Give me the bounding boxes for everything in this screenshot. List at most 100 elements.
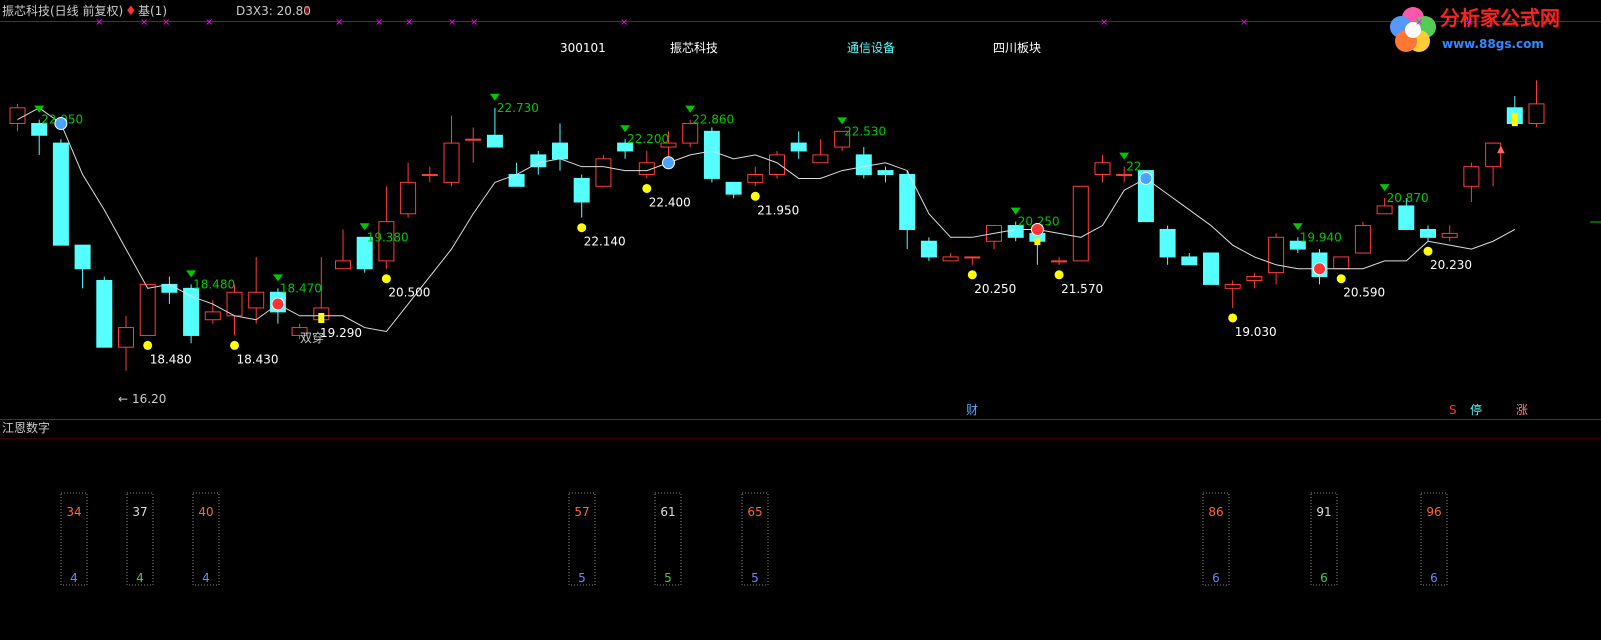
candle-body (1376, 205, 1393, 215)
sell-price-label: 18.480 (193, 277, 235, 291)
s-marker: S (1449, 403, 1457, 417)
candle[interactable] (1354, 221, 1371, 254)
candle-body (248, 291, 265, 309)
stock-name: 振芯科技 (670, 41, 718, 55)
watermark-url: www.88gs.com (1442, 37, 1544, 51)
rise-marker: 涨 (1516, 402, 1528, 417)
magenta-cross-icon: × (335, 17, 343, 28)
gann-bottom-number: 6 (1320, 571, 1328, 585)
d3x3-indicator: D3X3: 20.80 (236, 4, 311, 18)
candle[interactable] (595, 154, 612, 187)
gann-bottom-number: 5 (751, 571, 759, 585)
candle-body (96, 279, 113, 348)
magenta-cross-icon: × (375, 17, 383, 28)
gann-top-number: 65 (747, 505, 762, 519)
candle-body (530, 154, 547, 168)
candle-body (1441, 232, 1458, 238)
gann-bottom-number: 4 (202, 571, 210, 585)
watermark-logo: 分析家公式网 www.88gs.com (1390, 6, 1560, 52)
candle-body (1268, 236, 1285, 274)
candle-body (1528, 103, 1545, 124)
candle-body (1224, 283, 1241, 289)
candle[interactable] (96, 276, 113, 348)
stock-code: 300101 (560, 41, 606, 55)
gann-top-number: 34 (66, 505, 81, 519)
candle[interactable] (52, 139, 69, 246)
candle[interactable] (703, 127, 720, 183)
candle-body (52, 142, 69, 246)
candle-body (573, 177, 590, 203)
gann-bottom-number: 4 (70, 571, 78, 585)
stop-marker: 停 (1470, 402, 1482, 417)
sell-price-label: 19.940 (1300, 230, 1342, 244)
buy-price-label: 20.500 (388, 286, 430, 300)
stock-chart-canvas[interactable]: 振芯科技(日线 前复权) ♦ 基(1) D3X3: 20.80 ↑ 300101… (0, 0, 1601, 640)
industry-label: 通信设备 (847, 41, 895, 55)
gann-bottom-number: 5 (664, 571, 672, 585)
candle-body (1333, 256, 1350, 270)
candle[interactable] (1333, 256, 1350, 270)
candle-body (595, 158, 612, 187)
candle-body (400, 181, 417, 215)
finance-marker: 财 (966, 403, 978, 417)
candle[interactable] (769, 150, 785, 179)
candle-body (899, 174, 916, 230)
left-arrow-icon: ← (118, 392, 128, 406)
magenta-cross-icon: × (1100, 17, 1108, 28)
magenta-cross-icon: × (470, 17, 478, 28)
candle-body (465, 138, 482, 141)
candle-body (9, 107, 26, 124)
candle-body (1094, 162, 1111, 176)
candle-body (812, 154, 829, 164)
candle-body (747, 174, 764, 183)
candle-body (552, 142, 568, 160)
candle-body (1159, 228, 1176, 258)
up-arrow-icon: ↑ (302, 4, 312, 18)
candle-body (877, 170, 894, 176)
sell-price-label: 20.870 (1387, 191, 1429, 205)
magenta-cross-icon: × (1415, 17, 1423, 28)
ball-marker-icon (54, 116, 68, 130)
sell-price-label: 18.470 (280, 281, 322, 295)
buy-dot-icon (1336, 274, 1346, 284)
candle-body (1420, 228, 1436, 238)
candle-body (1072, 185, 1089, 262)
low-label-extra: 19.290 (320, 326, 362, 340)
sell-price-label: 19.380 (367, 230, 409, 244)
watermark-text: 分析家公式网 (1440, 6, 1560, 30)
candle-body (486, 134, 503, 148)
candle-body (183, 287, 200, 336)
candle-body (1246, 276, 1263, 281)
sell-price-label: 22.530 (844, 124, 886, 138)
candle[interactable] (920, 237, 937, 261)
candle-body (1116, 174, 1133, 177)
gann-top-number: 37 (132, 505, 147, 519)
buy-price-label: 18.430 (237, 352, 279, 366)
candle-body (421, 174, 438, 177)
magenta-cross-icon: × (1240, 17, 1248, 28)
period-low-label: 16.20 (132, 392, 166, 406)
gann-bottom-number: 6 (1212, 571, 1220, 585)
candle-body (769, 154, 785, 176)
candle-body (1203, 252, 1219, 285)
candle-body (942, 256, 959, 262)
candle-body (1181, 256, 1198, 266)
region-label: 四川板块 (993, 41, 1041, 55)
ball-marker-icon (662, 156, 675, 170)
buy-price-label: 19.030 (1235, 325, 1277, 339)
candle-body (204, 311, 221, 321)
ball-marker-icon (1030, 222, 1044, 236)
buy-dot-icon (1054, 270, 1064, 280)
buy-dot-icon (642, 183, 652, 193)
gann-bottom-number: 4 (136, 571, 144, 585)
magenta-cross-icon: × (95, 17, 103, 28)
candle[interactable] (1203, 252, 1219, 285)
buy-dot-icon (1228, 313, 1238, 323)
magenta-cross-icon: × (620, 17, 628, 28)
buy-price-label: 21.570 (1061, 282, 1103, 296)
magenta-cross-icon: × (1465, 17, 1473, 28)
candle[interactable] (139, 283, 156, 336)
candle[interactable] (1072, 185, 1089, 262)
base-label: 基(1) (138, 4, 167, 18)
sell-price-label: 22 (1126, 160, 1141, 174)
